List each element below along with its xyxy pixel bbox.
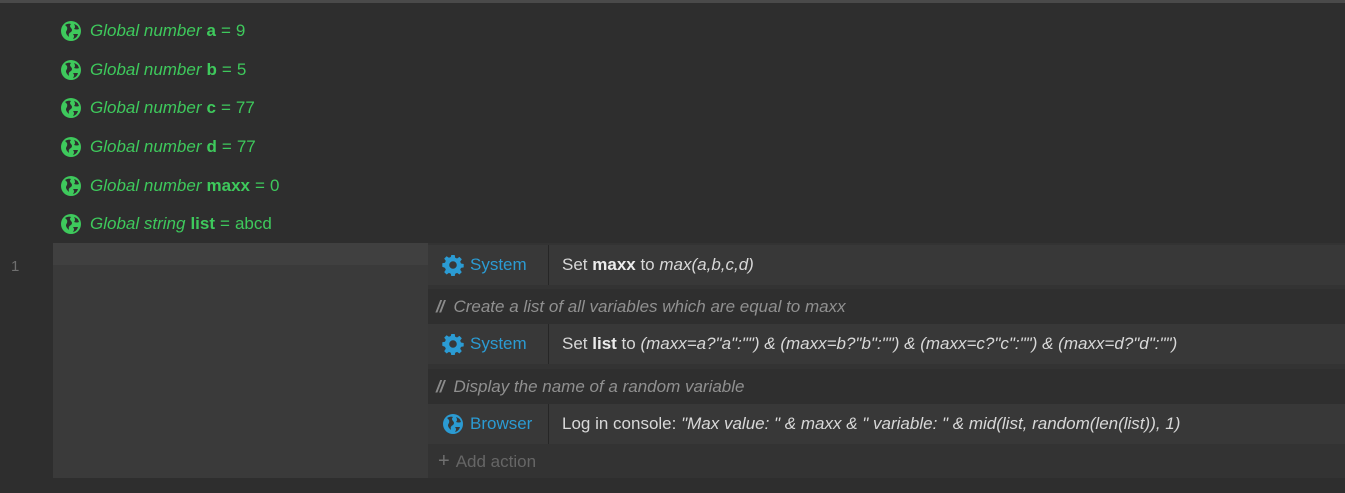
object-name: System [470, 255, 527, 274]
equals-sign: = [220, 98, 231, 118]
global-var-list[interactable]: Global string list = abcd [60, 205, 279, 244]
comment-row[interactable]: // Create a list of all variables which … [428, 289, 1345, 324]
globe-icon [60, 136, 82, 158]
global-value: 5 [236, 59, 247, 79]
plus-icon: + [438, 450, 450, 472]
action-variable: list [592, 334, 617, 353]
action-to: to [616, 334, 641, 353]
action-verb: Set [562, 334, 593, 353]
action-description: Set maxx to max(a,b,c,d) [549, 255, 754, 275]
action-to: to [635, 255, 660, 274]
action-description: Log in console: "Max value: " & maxx & "… [549, 414, 1180, 434]
global-kind: Global number [90, 137, 202, 157]
conditions-area[interactable] [53, 243, 428, 478]
action-verb: Set [562, 255, 593, 274]
globe-icon [60, 20, 82, 42]
action-object[interactable]: System [428, 245, 549, 285]
global-kind: Global number [90, 98, 202, 118]
action-set-maxx[interactable]: System Set maxx to max(a,b,c,d) [428, 245, 1345, 285]
global-name: maxx [206, 175, 250, 195]
global-var-a[interactable]: Global number a = 9 [60, 12, 279, 51]
global-kind: Global number [90, 21, 202, 41]
comment-text: Create a list of all variables which are… [453, 296, 846, 316]
global-kind: Global string [90, 214, 186, 234]
global-kind: Global number [90, 175, 202, 195]
global-variables: Global number a = 9 Global number b = 5 Global… [60, 12, 279, 244]
add-action-button[interactable]: + Add action [438, 450, 536, 473]
global-value: 0 [269, 175, 280, 195]
action-description: Set list to (maxx=a?"a":"") & (maxx=b?"b… [549, 334, 1177, 354]
globe-icon [60, 213, 82, 235]
globe-icon [442, 413, 464, 435]
global-var-maxx[interactable]: Global number maxx = 0 [60, 166, 279, 205]
action-verb: Log in console: [562, 414, 682, 433]
globe-icon [60, 175, 82, 197]
global-var-d[interactable]: Global number d = 77 [60, 128, 279, 167]
add-action-label: Add action [455, 451, 537, 471]
global-name: a [206, 21, 216, 41]
global-value: abcd [234, 214, 272, 234]
global-value: 9 [235, 21, 246, 41]
gear-icon [442, 333, 464, 355]
action-log-console[interactable]: Browser Log in console: "Max value: " & … [428, 404, 1345, 444]
equals-sign: = [220, 21, 231, 41]
globe-icon [60, 97, 82, 119]
action-set-list[interactable]: System Set list to (maxx=a?"a":"") & (ma… [428, 324, 1345, 364]
global-name: b [206, 59, 217, 79]
global-name: d [206, 137, 217, 157]
global-var-b[interactable]: Global number b = 5 [60, 51, 279, 90]
global-name: c [206, 98, 216, 118]
gear-icon [442, 254, 464, 276]
equals-sign: = [220, 214, 230, 234]
globe-icon [60, 59, 82, 81]
action-object[interactable]: System [428, 324, 549, 364]
action-expression: (maxx=a?"a":"") & (maxx=b?"b":"") & (max… [640, 334, 1178, 353]
action-expression: "Max value: " & maxx & " variable: " & m… [681, 414, 1181, 433]
action-variable: maxx [592, 255, 636, 274]
equals-sign: = [221, 59, 232, 79]
equals-sign: = [255, 175, 265, 195]
equals-sign: = [221, 137, 232, 157]
actions-area: System Set maxx to max(a,b,c,d) // Creat… [428, 243, 1345, 478]
comment-row[interactable]: // Display the name of a random variable [428, 369, 1345, 404]
comment-text: Display the name of a random variable [453, 376, 745, 396]
object-name: System [470, 334, 527, 353]
event-line-number: 1 [11, 258, 20, 275]
global-value: 77 [236, 137, 256, 157]
global-var-c[interactable]: Global number c = 77 [60, 89, 279, 128]
action-expression: max(a,b,c,d) [659, 255, 754, 274]
object-name: Browser [470, 414, 533, 433]
global-kind: Global number [90, 59, 202, 79]
event-block: System Set maxx to max(a,b,c,d) // Creat… [53, 243, 1345, 478]
comment-icon: // [436, 296, 445, 316]
action-object[interactable]: Browser [428, 404, 549, 444]
top-border [0, 0, 1345, 3]
event-header[interactable] [53, 243, 428, 265]
global-value: 77 [235, 98, 255, 118]
comment-icon: // [436, 376, 445, 396]
global-name: list [190, 214, 215, 234]
